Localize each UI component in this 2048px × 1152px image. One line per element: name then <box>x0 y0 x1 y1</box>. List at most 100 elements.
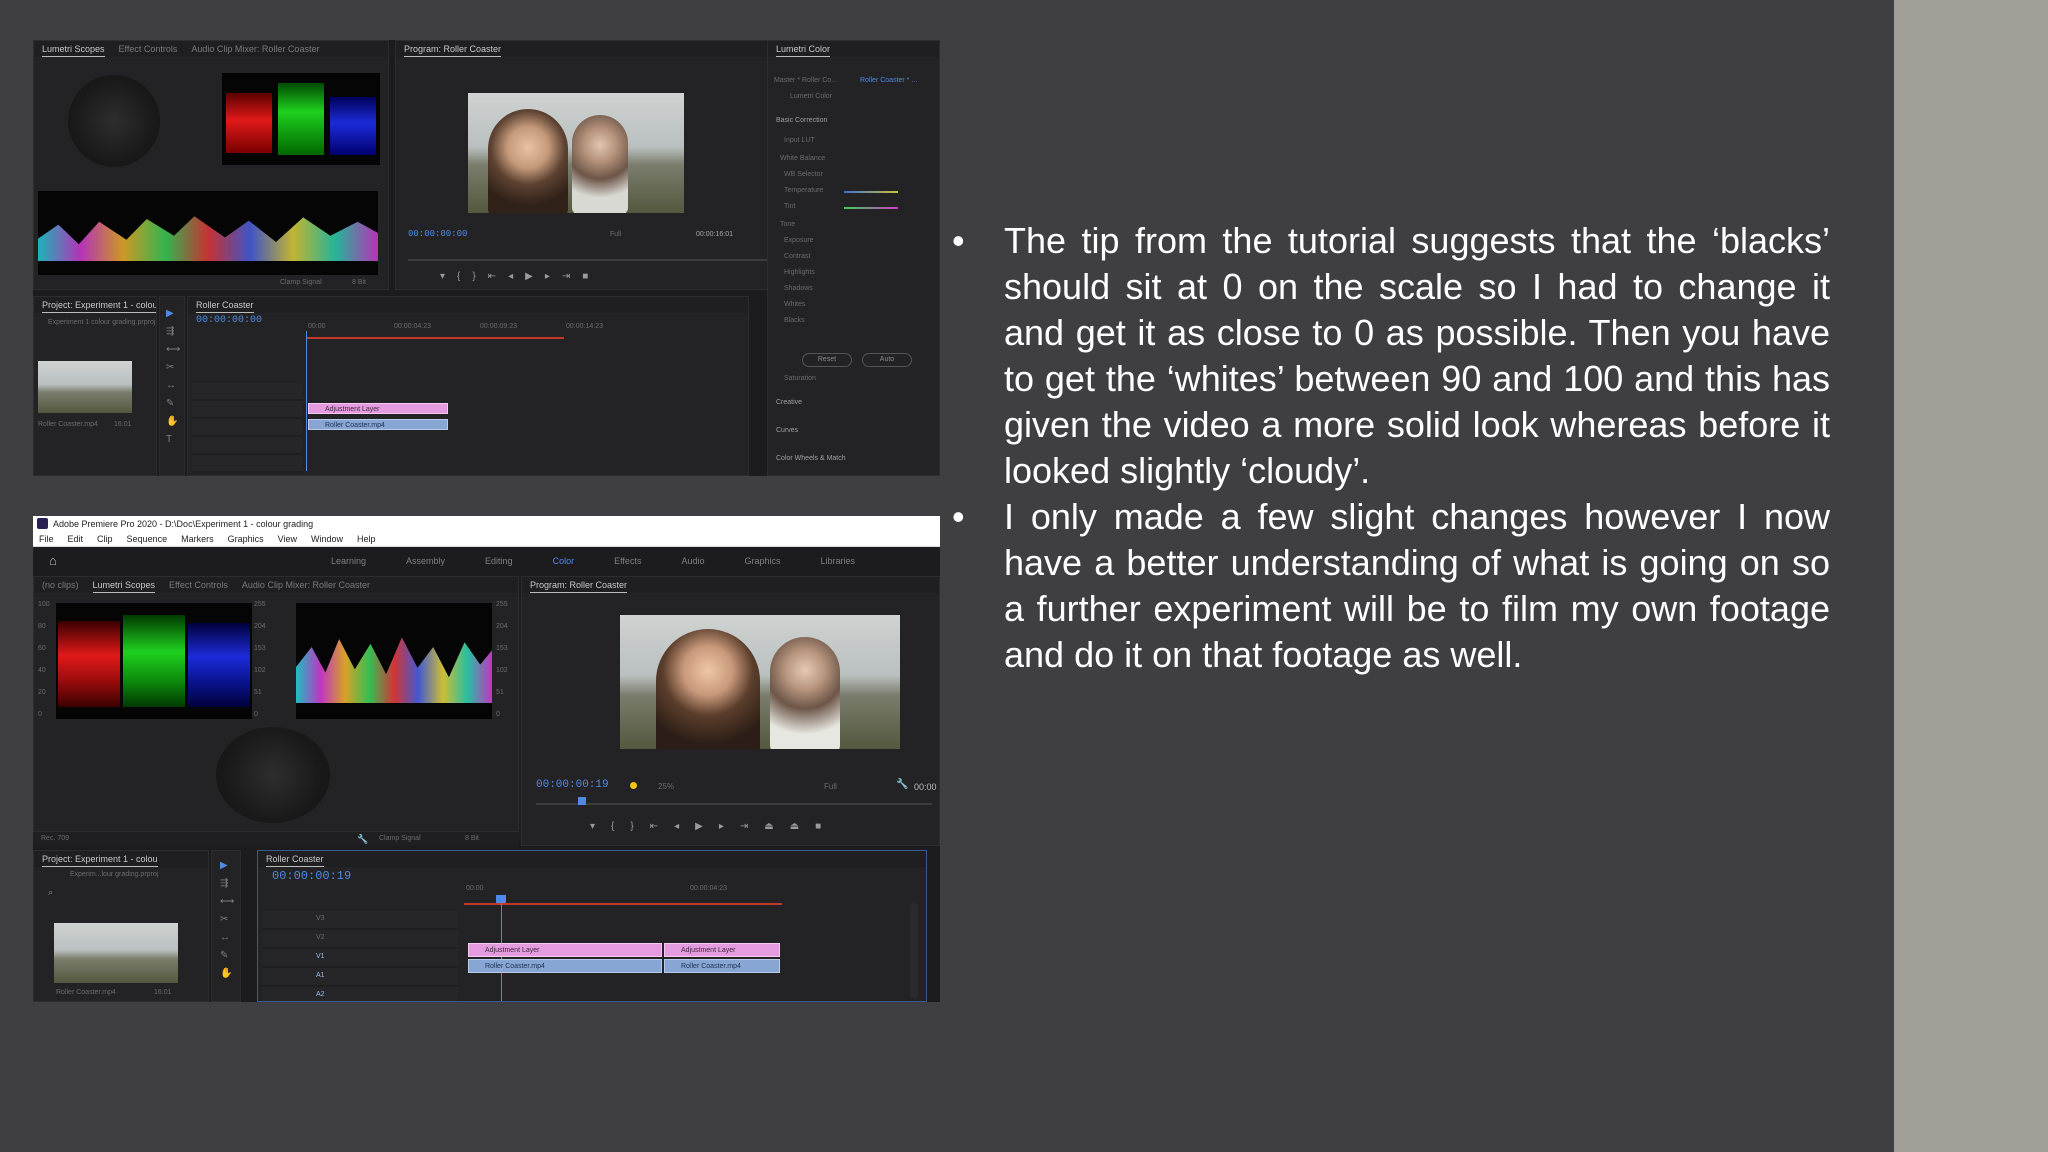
menu-help[interactable]: Help <box>357 532 376 546</box>
project-clip-thumbnail[interactable] <box>38 361 132 413</box>
home-icon[interactable]: ⌂ <box>49 553 57 568</box>
track-label-v1[interactable]: V1 <box>316 953 325 960</box>
menu-sequence[interactable]: Sequence <box>127 532 168 546</box>
workspace-graphics[interactable]: Graphics <box>744 547 780 575</box>
camera-icon[interactable]: ■ <box>815 821 837 832</box>
tab-lumetri-color[interactable]: Lumetri Color <box>776 41 831 57</box>
param-white-balance[interactable]: White Balance <box>780 155 825 162</box>
menu-graphics[interactable]: Graphics <box>228 532 264 546</box>
workspace-color[interactable]: Color <box>553 547 575 575</box>
track-select-icon[interactable]: ⇶ <box>220 879 232 889</box>
bit-depth-label[interactable]: 8 Bit <box>352 279 366 286</box>
selection-tool-icon[interactable]: ▶ <box>166 309 178 319</box>
clamp-signal-label[interactable]: Clamp Signal <box>280 279 322 286</box>
work-area-bar[interactable] <box>306 337 564 339</box>
workspace-audio[interactable]: Audio <box>681 547 704 575</box>
tab-audio-clip-mixer[interactable]: Audio Clip Mixer: Roller Coaster <box>191 41 319 57</box>
slip-tool-icon[interactable]: ↔ <box>166 381 178 391</box>
menu-view[interactable]: View <box>278 532 297 546</box>
workspace-editing[interactable]: Editing <box>485 547 513 575</box>
track-label-a1[interactable]: A1 <box>316 972 325 979</box>
tab-program[interactable]: Program: Roller Coaster <box>530 577 628 593</box>
step-forward-icon[interactable]: ▸ <box>545 271 562 282</box>
zoom-dropdown[interactable]: 25% <box>658 782 674 791</box>
workspace-effects[interactable]: Effects <box>614 547 641 575</box>
tab-project[interactable]: Project: Experiment 1 - colou <box>42 851 158 867</box>
clip-adjustment-layer-1[interactable]: Adjustment Layer <box>468 943 662 957</box>
razor-tool-icon[interactable]: ✂ <box>220 915 232 925</box>
wrench-icon[interactable]: 🔧 <box>357 834 368 845</box>
clip-video-1[interactable]: Roller Coaster.mp4 <box>468 959 662 973</box>
step-back-icon[interactable]: ◂ <box>508 271 525 282</box>
play-icon[interactable]: ▶ <box>525 271 545 282</box>
fit-dropdown[interactable]: Full <box>610 231 621 238</box>
rec-709-label[interactable]: Rec. 709 <box>41 835 69 842</box>
tab-sequence[interactable]: Roller Coaster <box>196 297 254 313</box>
section-creative[interactable]: Creative <box>776 399 802 406</box>
pen-tool-icon[interactable]: ✎ <box>166 399 178 409</box>
temperature-slider[interactable] <box>844 191 898 193</box>
sequence-timecode[interactable]: 00:00:00:00 <box>196 315 262 326</box>
razor-tool-icon[interactable]: ✂ <box>166 363 178 373</box>
auto-button[interactable]: Auto <box>862 353 912 367</box>
hand-tool-icon[interactable]: ✋ <box>166 417 178 427</box>
tab-sequence[interactable]: Roller Coaster <box>266 851 324 867</box>
extract-icon[interactable]: ⏏ <box>790 821 815 832</box>
go-to-in-icon[interactable]: ⇤ <box>650 821 674 832</box>
wrench-icon[interactable]: 🔧 <box>896 779 908 790</box>
tint-slider[interactable] <box>844 207 898 209</box>
tab-no-clips[interactable]: (no clips) <box>42 577 79 593</box>
track-select-icon[interactable]: ⇶ <box>166 327 178 337</box>
tab-program[interactable]: Program: Roller Coaster <box>404 41 502 57</box>
mark-in-icon[interactable]: { <box>611 821 630 832</box>
slip-tool-icon[interactable]: ↔ <box>220 933 232 943</box>
section-curves[interactable]: Curves <box>776 427 798 434</box>
mark-out-icon[interactable]: } <box>472 271 487 282</box>
selection-tool-icon[interactable]: ▶ <box>220 861 232 871</box>
mark-in-icon[interactable]: { <box>457 271 472 282</box>
fit-dropdown[interactable]: Full <box>824 782 837 791</box>
tab-project[interactable]: Project: Experiment 1 - colou <box>42 297 156 313</box>
tab-lumetri-scopes[interactable]: Lumetri Scopes <box>92 577 156 593</box>
go-to-out-icon[interactable]: ⇥ <box>562 271 582 282</box>
track-label-v3[interactable]: V3 <box>316 915 325 922</box>
tab-effect-controls[interactable]: Effect Controls <box>169 577 228 593</box>
workspace-libraries[interactable]: Libraries <box>821 547 856 575</box>
bit-depth-label[interactable]: 8 Bit <box>465 835 479 842</box>
lumetri-clip[interactable]: Roller Coaster * ... <box>860 77 917 84</box>
reset-button[interactable]: Reset <box>802 353 852 367</box>
tab-effect-controls[interactable]: Effect Controls <box>119 41 178 57</box>
project-clip-thumbnail[interactable] <box>54 923 178 983</box>
ripple-edit-icon[interactable]: ⟷ <box>166 345 180 355</box>
workspace-learning[interactable]: Learning <box>331 547 366 575</box>
pen-tool-icon[interactable]: ✎ <box>220 951 232 961</box>
clip-adjustment-layer-2[interactable]: Adjustment Layer <box>664 943 780 957</box>
clip-video[interactable]: Roller Coaster.mp4 <box>308 419 448 430</box>
menu-file[interactable]: File <box>39 532 54 546</box>
playhead-handle[interactable] <box>496 895 506 903</box>
playhead[interactable] <box>306 331 307 471</box>
menu-window[interactable]: Window <box>311 532 343 546</box>
clip-adjustment-layer[interactable]: Adjustment Layer <box>308 403 448 414</box>
track-label-v2[interactable]: V2 <box>316 934 325 941</box>
mark-out-icon[interactable]: } <box>630 821 649 832</box>
marker-icon[interactable]: ▾ <box>590 821 611 832</box>
type-tool-icon[interactable]: T <box>166 435 178 445</box>
scrub-playhead[interactable] <box>578 797 586 805</box>
param-tone[interactable]: Tone <box>780 221 795 228</box>
clip-video-2[interactable]: Roller Coaster.mp4 <box>664 959 780 973</box>
workspace-assembly[interactable]: Assembly <box>406 547 445 575</box>
timeline-scrollbar[interactable] <box>910 903 918 999</box>
menu-markers[interactable]: Markers <box>181 532 214 546</box>
program-scrub-bar[interactable] <box>408 259 778 261</box>
go-to-in-icon[interactable]: ⇤ <box>488 271 508 282</box>
menu-edit[interactable]: Edit <box>68 532 84 546</box>
go-to-out-icon[interactable]: ⇥ <box>740 821 764 832</box>
clamp-signal-label[interactable]: Clamp Signal <box>379 835 421 842</box>
hand-tool-icon[interactable]: ✋ <box>220 969 232 979</box>
section-basic-correction[interactable]: Basic Correction <box>776 117 827 124</box>
program-timecode[interactable]: 00:00:00:00 <box>408 229 467 239</box>
tab-audio-clip-mixer[interactable]: Audio Clip Mixer: Roller Coaster <box>242 577 370 593</box>
lumetri-preset[interactable]: Lumetri Color <box>790 93 832 100</box>
track-label-a2[interactable]: A2 <box>316 991 325 998</box>
